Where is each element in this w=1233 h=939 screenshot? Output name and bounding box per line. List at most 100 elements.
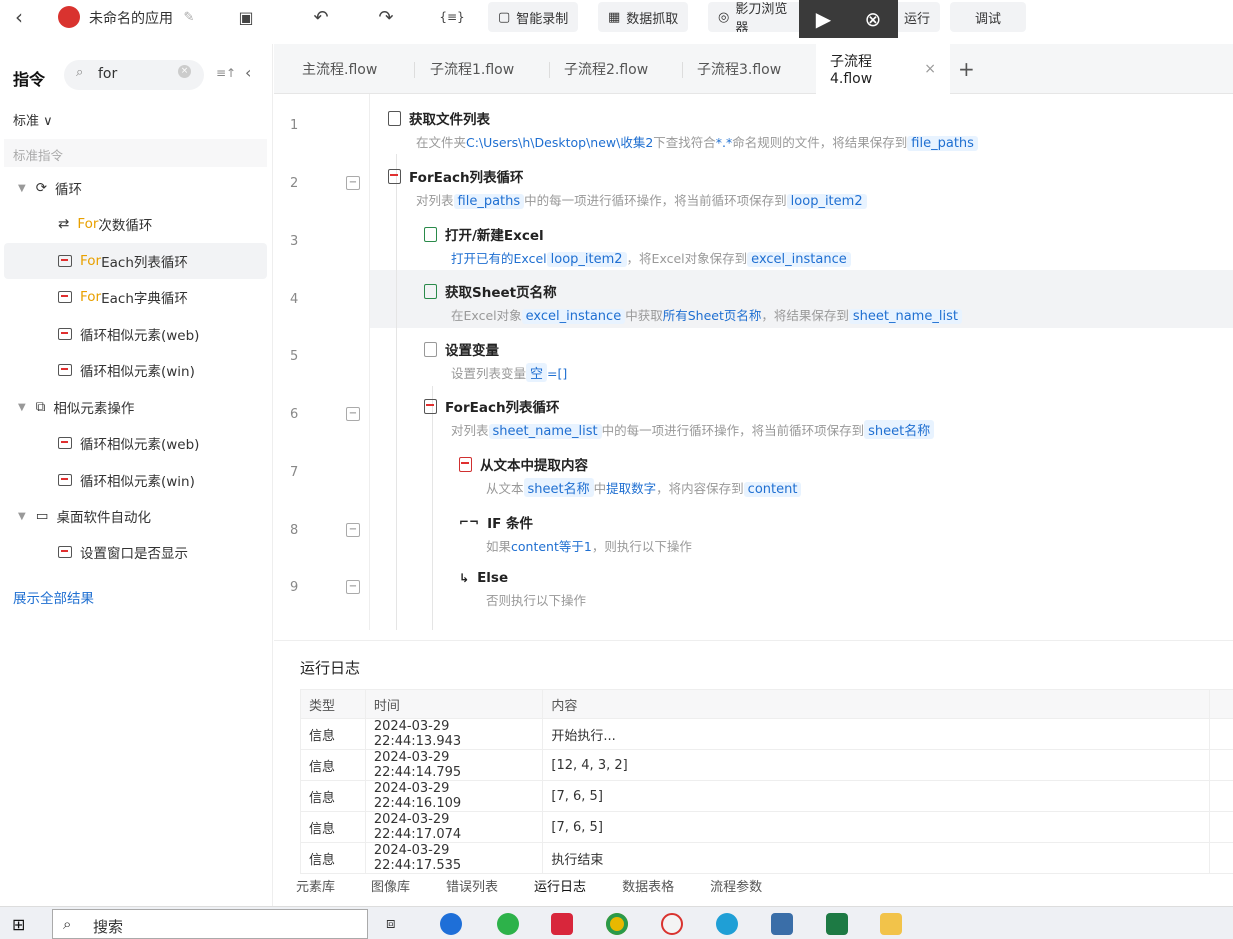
excel-icon	[424, 226, 437, 242]
step-get-sheet-names[interactable]: 获取Sheet页名称 在Excel对象 excel_instance 中获取所有Sh…	[424, 281, 962, 339]
shadowbot-icon[interactable]	[661, 913, 683, 935]
tab-error-list[interactable]: 错误列表	[446, 876, 498, 895]
back-icon[interactable]: ‹	[8, 5, 30, 29]
line-number: 1	[290, 118, 299, 133]
tab-subflow-1[interactable]: 子流程1.flow	[430, 44, 514, 94]
line-number: 3	[290, 234, 299, 249]
cmd-for-count[interactable]: ⇄ For 次数循环	[0, 206, 267, 242]
show-all-link[interactable]: 展示全部结果	[13, 587, 94, 607]
redo-icon[interactable]: ↷	[375, 6, 397, 28]
taskbar-search-input[interactable]: ⌕ 搜索	[52, 909, 368, 939]
monitor-icon: ▭	[35, 508, 49, 524]
tab-data-table[interactable]: 数据表格	[622, 876, 674, 895]
tab-flow-params[interactable]: 流程参数	[710, 876, 762, 895]
smart-record-button[interactable]: ▢ 智能录制	[488, 2, 579, 32]
line-number: 6	[290, 407, 299, 422]
run-log-panel: 运行日志 类型 时间 内容 信息 2024-03-29 22:44:13.943 开…	[274, 640, 1233, 874]
step-get-file-list[interactable]: 获取文件列表 在文件夹C:\Users\h\Desktop\new\收集2下查找…	[388, 108, 978, 166]
tab-element-library[interactable]: 元素库	[296, 876, 335, 895]
collapse-icon[interactable]: ‹	[245, 63, 251, 82]
loop-command-icon	[58, 255, 72, 267]
windows-start-icon[interactable]: ⊞	[12, 915, 25, 934]
loop-command-icon	[58, 364, 72, 376]
data-scrape-button[interactable]: ▦ 数据抓取	[598, 2, 689, 32]
cmd-loop-win-2[interactable]: 循环相似元素(win)	[0, 462, 267, 498]
line-number: 9	[290, 580, 299, 595]
loop-command-icon	[58, 328, 72, 340]
edge-icon[interactable]	[716, 913, 738, 935]
variables-icon[interactable]: {≡}	[438, 6, 466, 28]
chrome-icon[interactable]	[606, 913, 628, 935]
cmd-window-visible[interactable]: 设置窗口是否显示	[0, 534, 267, 570]
variable-icon	[424, 341, 437, 357]
cmd-loop-win[interactable]: 循环相似元素(win)	[0, 352, 267, 388]
step-foreach-list-2[interactable]: ForEach列表循环 对列表 sheet_name_list 中的每一项进行循环操…	[424, 396, 935, 454]
close-circle-icon[interactable]: ⊗	[865, 7, 882, 31]
loop-command-icon	[58, 437, 72, 449]
sort-icon[interactable]: ≡↑	[216, 66, 236, 80]
step-set-variable[interactable]: 设置变量 设置列表变量空 =[]	[424, 339, 567, 397]
file-explorer-icon[interactable]	[880, 913, 902, 935]
line-number: 8	[290, 523, 299, 538]
excel-icon[interactable]	[826, 913, 848, 935]
close-tab-icon[interactable]: ×	[924, 61, 936, 77]
tab-image-library[interactable]: 图像库	[371, 876, 410, 895]
step-if-condition[interactable]: ⌐¬ IF 条件 如果content等于1，则执行以下操作	[459, 512, 692, 570]
flow-editor: 1 2 − 3 4 5 6 − 7 8 − 9 − 获取文件列表 在文件夹C:\…	[274, 94, 1233, 630]
fold-toggle[interactable]: −	[346, 176, 360, 190]
tab-subflow-3[interactable]: 子流程3.flow	[697, 44, 781, 94]
loop-icon: ⟳	[35, 180, 48, 196]
browser-button[interactable]: ◎ 影刀浏览器	[708, 2, 808, 32]
step-else[interactable]: ↳ Else 否则执行以下操作	[459, 570, 586, 628]
fold-toggle[interactable]: −	[346, 523, 360, 537]
calculator-icon[interactable]	[771, 913, 793, 935]
youdao-icon[interactable]	[551, 913, 573, 935]
fold-toggle[interactable]: −	[346, 580, 360, 594]
cmd-loop-web[interactable]: 循环相似元素(web)	[0, 316, 267, 352]
step-open-excel[interactable]: 打开/新建Excel 打开已有的Excel loop_item2 ，将Excel对象…	[424, 224, 851, 282]
cursor-icon[interactable]: ▶	[816, 7, 831, 31]
clear-icon[interactable]: ×	[178, 65, 191, 78]
instruction-sidebar: 指令 ⌕ for × ≡↑ ‹ 标准 ∨ 标准指令 ▼ ⟳ 循环 ⇄ For 次数循环 …	[0, 44, 273, 906]
table-row[interactable]: 信息 2024-03-29 22:44:13.943 开始执行...	[300, 718, 1233, 750]
windows-taskbar: ⊞ ⌕ 搜索 ⧈	[0, 906, 1233, 939]
fold-toggle[interactable]: −	[346, 407, 360, 421]
branch-icon: ⌐¬	[459, 515, 480, 529]
window-icon	[58, 546, 72, 558]
cmd-foreach-dict[interactable]: For Each字典循环	[0, 279, 267, 315]
wechat-icon[interactable]	[497, 913, 519, 935]
mode-dropdown[interactable]: 标准 ∨	[13, 110, 53, 129]
loop-icon	[388, 168, 401, 184]
table-row[interactable]: 信息 2024-03-29 22:44:17.074 [7, 6, 5]	[300, 811, 1233, 843]
search-icon: ⌕	[63, 915, 72, 933]
flow-tabs: 主流程.flow 子流程1.flow 子流程2.flow 子流程3.flow 子…	[274, 44, 1233, 94]
table-row[interactable]: 信息 2024-03-29 22:44:16.109 [7, 6, 5]	[300, 780, 1233, 812]
app-name[interactable]: 未命名的应用	[89, 8, 173, 28]
step-foreach-list-1[interactable]: ForEach列表循环 对列表 file_paths 中的每一项进行循环操作，将当前…	[388, 166, 867, 224]
loop-command-icon	[58, 474, 72, 486]
search-input[interactable]: ⌕ for ×	[64, 60, 204, 90]
group-loop[interactable]: ▼ ⟳ 循环	[18, 170, 285, 206]
task-view-icon[interactable]: ⧈	[386, 914, 396, 932]
line-gutter: 1 2 − 3 4 5 6 − 7 8 − 9 −	[274, 94, 370, 630]
edge-legacy-icon[interactable]	[440, 913, 462, 935]
step-extract-text[interactable]: 从文本中提取内容 从文本 sheet名称 中提取数字，将内容保存到 content	[459, 454, 802, 512]
debug-button[interactable]: 调试	[950, 2, 1026, 32]
tab-main-flow[interactable]: 主流程.flow	[302, 44, 377, 94]
group-desktop[interactable]: ▼ ▭ 桌面软件自动化	[18, 498, 285, 534]
group-similar[interactable]: ▼ ⧉ 相似元素操作	[18, 389, 285, 425]
cmd-foreach-list[interactable]: For Each列表循环	[4, 243, 267, 279]
tab-subflow-4[interactable]: 子流程4.flow ×	[816, 44, 950, 94]
copy-icon: ⧉	[35, 399, 46, 415]
undo-icon[interactable]: ↶	[310, 6, 332, 28]
cmd-loop-web-2[interactable]: 循环相似元素(web)	[0, 425, 267, 461]
tab-subflow-2[interactable]: 子流程2.flow	[564, 44, 648, 94]
tab-run-log[interactable]: 运行日志	[534, 876, 586, 895]
add-tab-icon[interactable]: +	[958, 44, 975, 94]
save-icon[interactable]: ▣	[235, 6, 257, 28]
table-icon: ▦	[608, 9, 621, 25]
table-header: 类型 时间 内容	[300, 689, 1233, 719]
edit-icon[interactable]: ✎	[178, 6, 200, 28]
table-row[interactable]: 信息 2024-03-29 22:44:14.795 [12, 4, 3, 2]	[300, 749, 1233, 781]
top-toolbar: ‹ 未命名的应用 ✎ ▣ ↶ ↷ {≡} ▢ 智能录制 ▦ 数据抓取 ◎ 影刀浏览器 …	[0, 0, 1233, 38]
